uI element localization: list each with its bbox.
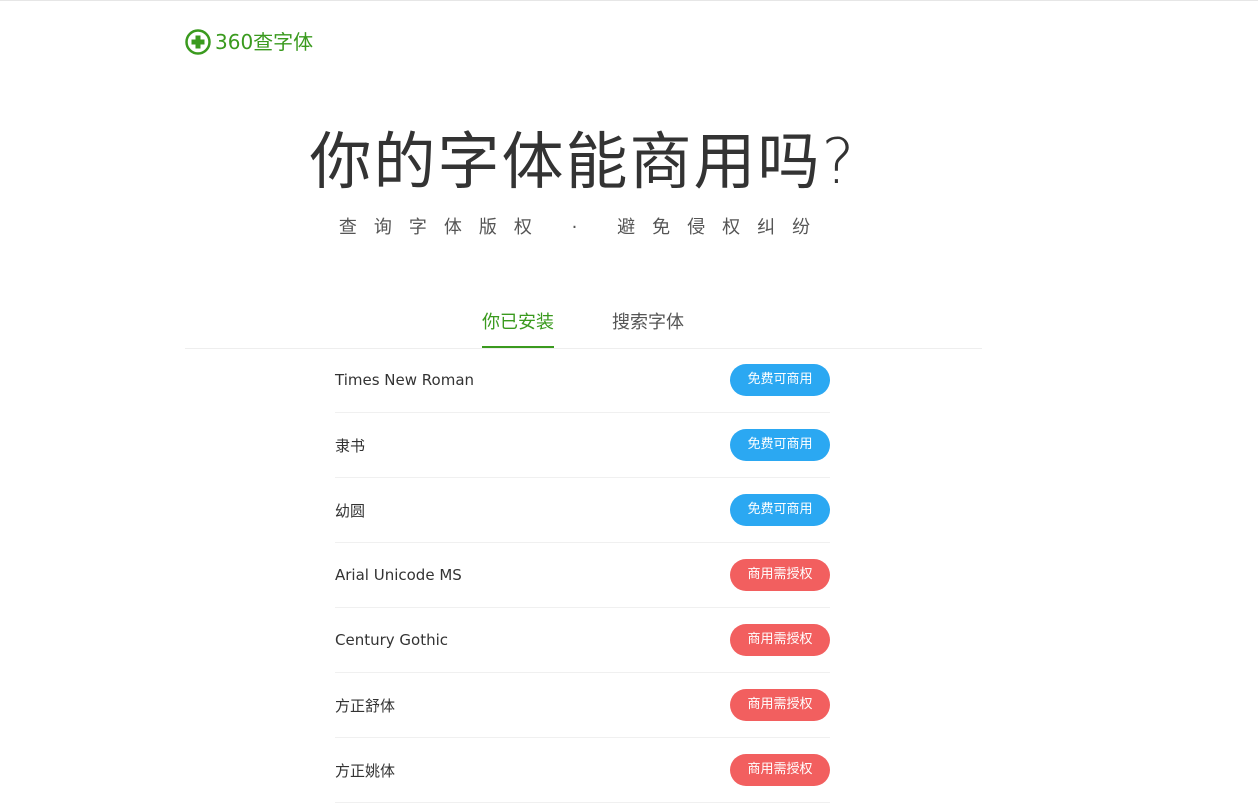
license-badge-free[interactable]: 免费可商用 xyxy=(730,429,830,461)
logo-text: 360查字体 xyxy=(215,30,314,54)
page-subtitle: 查询字体版权 · 避免侵权纠纷 xyxy=(338,217,828,238)
font-name: 方正舒体 xyxy=(335,696,396,715)
license-badge-free[interactable]: 免费可商用 xyxy=(730,364,830,396)
site-logo[interactable]: 360查字体 xyxy=(185,28,313,56)
font-name: Times New Roman xyxy=(335,371,475,389)
license-badge-paid[interactable]: 商用需授权 xyxy=(730,689,830,721)
font-row: Arial Unicode MS 商用需授权 xyxy=(335,543,830,608)
font-row: 幼圆 免费可商用 xyxy=(335,478,830,543)
font-name: Century Gothic xyxy=(335,631,449,649)
license-badge-paid[interactable]: 商用需授权 xyxy=(730,559,830,591)
font-name: Arial Unicode MS xyxy=(335,566,462,584)
font-name: 隶书 xyxy=(335,436,366,455)
license-badge-paid[interactable]: 商用需授权 xyxy=(730,624,830,656)
medical-cross-icon xyxy=(185,29,211,55)
installed-font-list: Times New Roman 免费可商用 隶书 免费可商用 幼圆 免费可商用 … xyxy=(335,348,830,803)
tab-search-fonts[interactable]: 搜索字体 xyxy=(612,310,684,346)
font-row: Century Gothic 商用需授权 xyxy=(335,608,830,673)
font-row: 方正姚体 商用需授权 xyxy=(335,738,830,803)
tab-bar: 你已安装 搜索字体 xyxy=(185,302,982,349)
font-row: 隶书 免费可商用 xyxy=(335,413,830,478)
license-badge-free[interactable]: 免费可商用 xyxy=(730,494,830,526)
top-divider xyxy=(0,0,1258,1)
font-name: 方正姚体 xyxy=(335,761,396,780)
font-name: 幼圆 xyxy=(335,501,366,520)
font-row: 方正舒体 商用需授权 xyxy=(335,673,830,738)
page-title: 你的字体能商用吗? xyxy=(309,125,857,198)
font-row: Times New Roman 免费可商用 xyxy=(335,348,830,413)
license-badge-paid[interactable]: 商用需授权 xyxy=(730,754,830,786)
tab-installed-fonts[interactable]: 你已安装 xyxy=(482,310,554,348)
